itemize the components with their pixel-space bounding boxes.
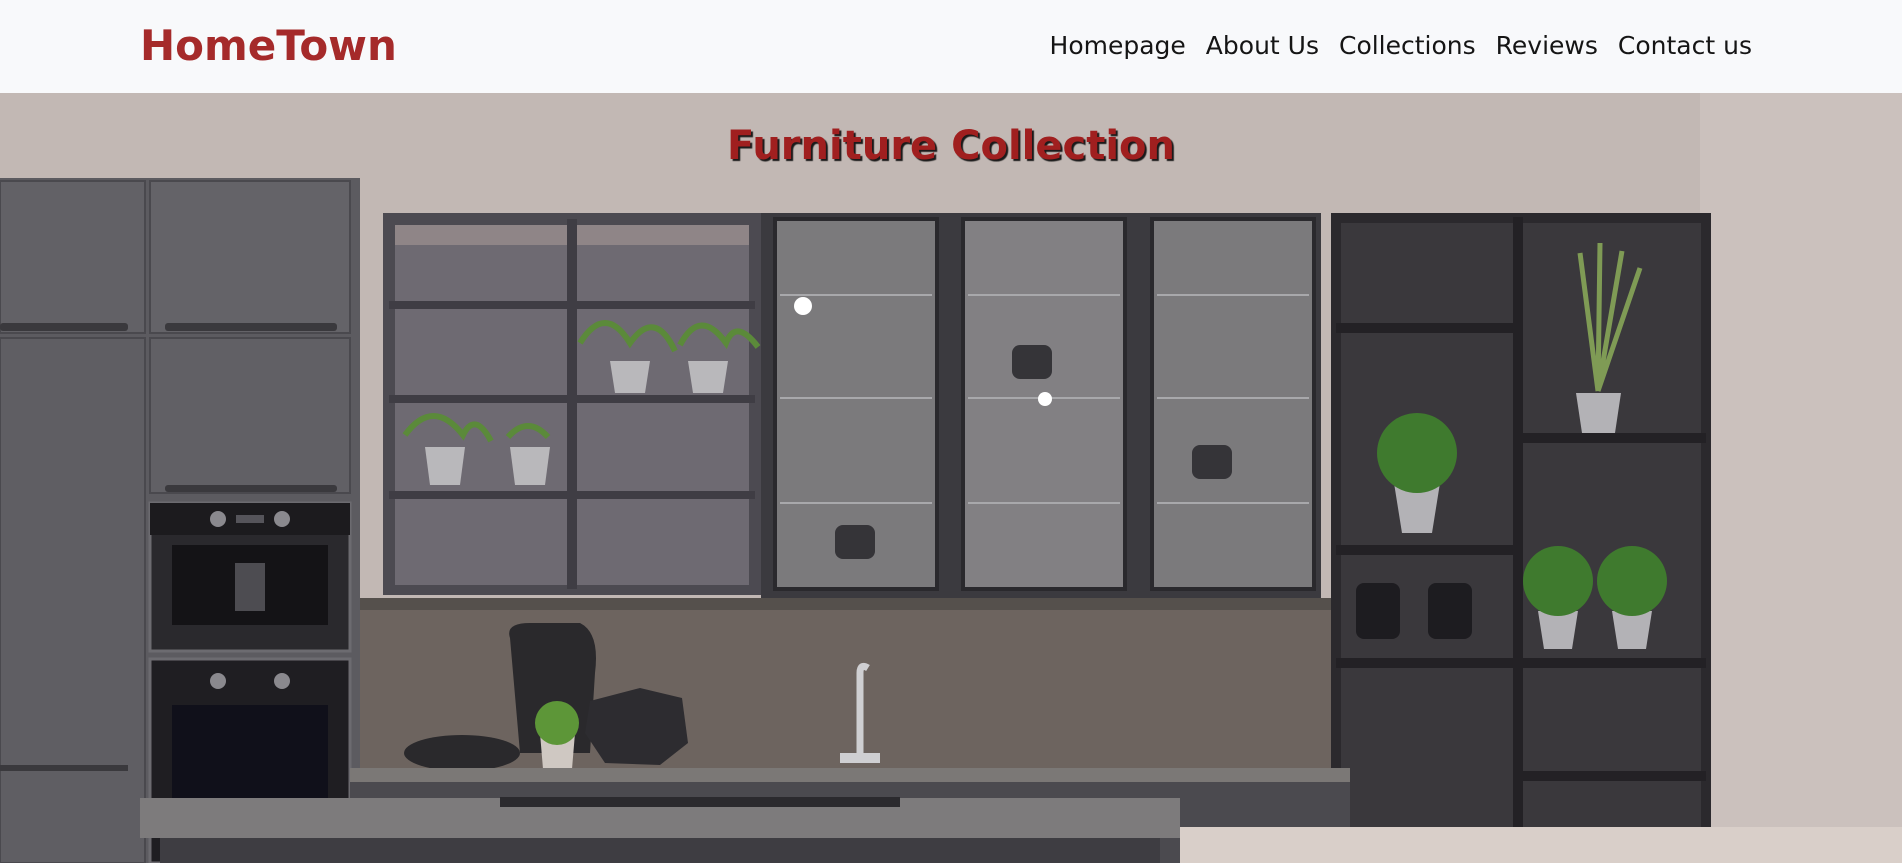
nav-link-homepage[interactable]: Homepage: [1050, 26, 1186, 66]
nav-link-about-us[interactable]: About Us: [1206, 26, 1319, 66]
brand-logo[interactable]: HomeTown: [140, 18, 397, 74]
nav-link-collections[interactable]: Collections: [1339, 26, 1476, 66]
top-navbar: HomeTown Homepage About Us Collections R…: [0, 0, 1902, 93]
hero-title: Furniture Collection: [727, 123, 1175, 169]
nav-link-reviews[interactable]: Reviews: [1496, 26, 1598, 66]
nav-links: Homepage About Us Collections Reviews Co…: [1050, 26, 1752, 66]
kitchen-illustration: [0, 93, 1902, 863]
hero-banner: Furniture Collection: [0, 93, 1902, 863]
nav-link-contact-us[interactable]: Contact us: [1618, 26, 1752, 66]
